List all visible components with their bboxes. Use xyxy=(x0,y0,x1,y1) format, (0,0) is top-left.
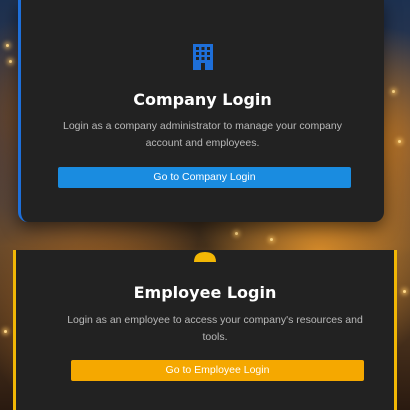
spark-decoration xyxy=(6,44,9,47)
spark-decoration xyxy=(270,238,273,241)
spark-decoration xyxy=(398,140,401,143)
person-icon xyxy=(194,252,216,262)
building-icon xyxy=(192,44,213,70)
spark-decoration xyxy=(9,60,12,63)
employee-login-card: Employee Login Login as an employee to a… xyxy=(13,250,397,410)
go-to-employee-login-button[interactable]: Go to Employee Login xyxy=(71,360,364,381)
company-login-card: Company Login Login as a company adminis… xyxy=(18,0,384,222)
company-login-title: Company Login xyxy=(133,90,272,109)
spark-decoration xyxy=(403,290,406,293)
company-login-description: Login as a company administrator to mana… xyxy=(63,120,342,149)
spark-decoration xyxy=(4,330,7,333)
employee-login-description: Login as an employee to access your comp… xyxy=(67,314,363,343)
employee-login-title: Employee Login xyxy=(133,283,277,302)
spark-decoration xyxy=(235,232,238,235)
spark-decoration xyxy=(392,90,395,93)
go-to-company-login-button[interactable]: Go to Company Login xyxy=(58,167,351,188)
